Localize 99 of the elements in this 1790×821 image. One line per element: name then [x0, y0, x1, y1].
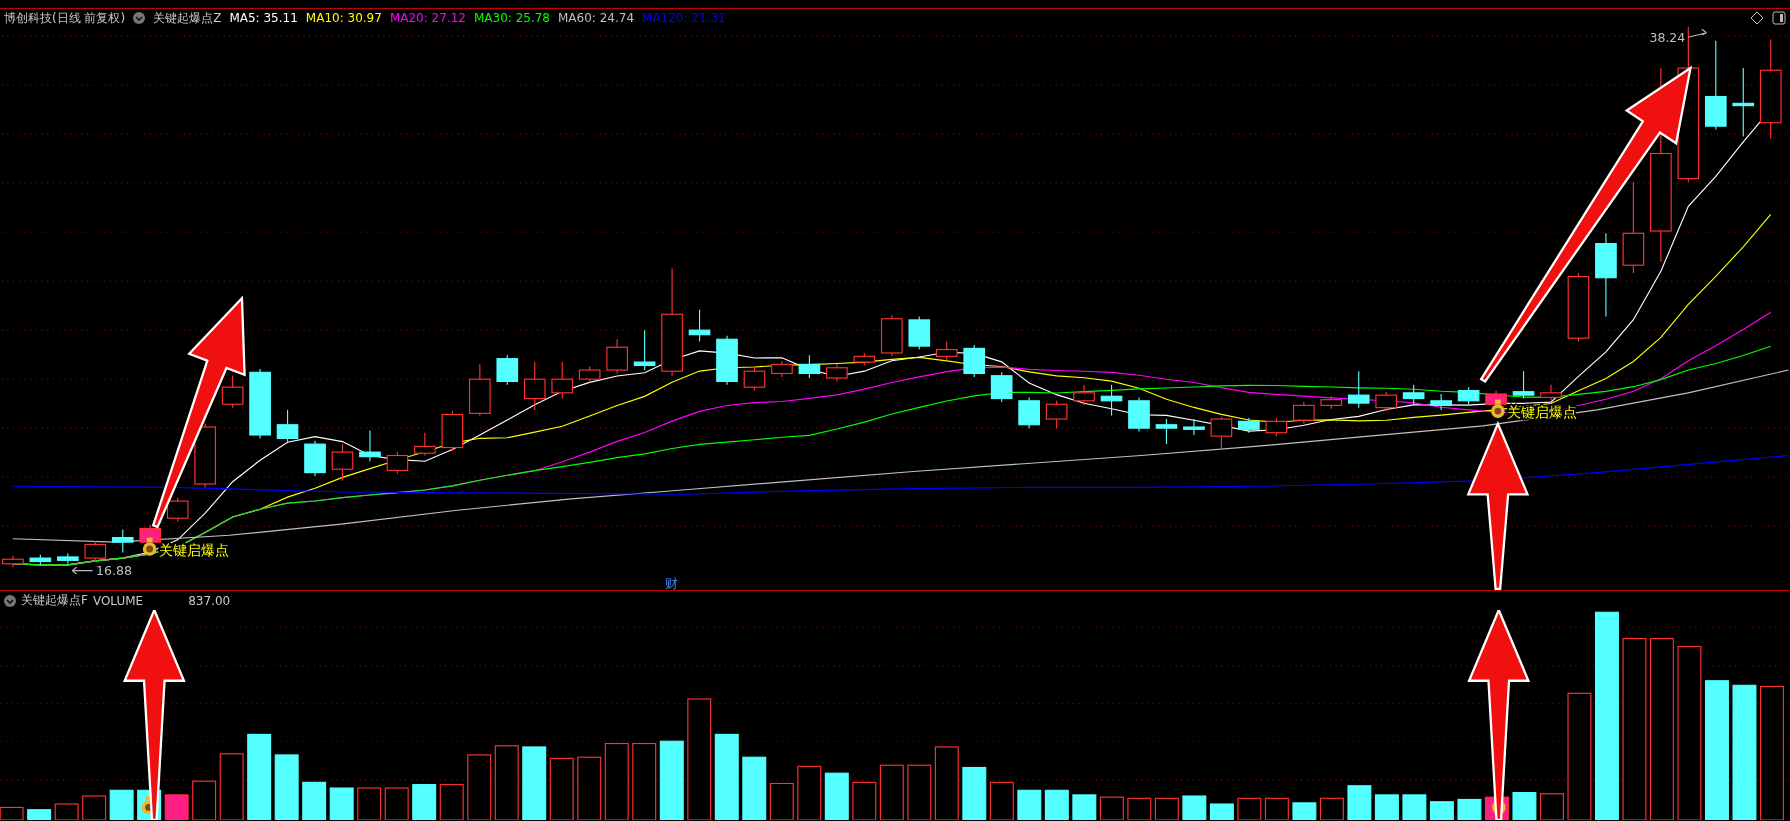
candlestick [798, 354, 821, 379]
moving-average-value: MA60: 24.74 [558, 11, 635, 25]
volume-bar [1072, 794, 1097, 820]
high-pointer-icon [1687, 28, 1707, 38]
moving-average-value: MA30: 25.78 [473, 11, 550, 25]
moving-average-value: MA20: 27.12 [389, 11, 466, 25]
volume-bar [329, 787, 354, 820]
candlestick [1100, 384, 1123, 417]
volume-bar [1429, 801, 1454, 820]
candlestick [1732, 67, 1755, 137]
candlestick [990, 371, 1013, 403]
candlestick [716, 335, 738, 386]
candlestick [331, 443, 354, 482]
candlestick [1457, 386, 1480, 405]
candlestick [469, 363, 491, 417]
candlestick [1155, 418, 1178, 445]
candlestick [1045, 400, 1068, 429]
candlestick [249, 368, 271, 439]
volume-bar [1457, 798, 1482, 820]
candlestick [1512, 370, 1535, 400]
candlestick [826, 363, 848, 382]
candlestick [578, 366, 601, 384]
volume-label: VOLUME [92, 593, 144, 608]
low-pointer-icon [71, 566, 94, 575]
candlestick [1018, 396, 1040, 429]
volume-value: 837.00 [188, 593, 231, 608]
candlestick [441, 410, 464, 452]
high-price-label: 38.24 [1649, 29, 1686, 45]
volume-bar [742, 756, 767, 820]
candlestick [496, 354, 519, 386]
stock-title: 博创科技(日线 前复权) [4, 9, 126, 27]
volume-bar [274, 754, 299, 820]
candlestick [1375, 391, 1398, 412]
volume-bar [27, 809, 52, 820]
volume-bar [1209, 803, 1234, 820]
candlestick [551, 361, 574, 400]
coin-bag-icon [1491, 399, 1505, 418]
candlestick [771, 360, 793, 378]
candlestick [1183, 418, 1205, 436]
candlestick [386, 451, 409, 475]
volume-bar [1374, 794, 1399, 820]
candlestick [111, 529, 134, 553]
indicator-name: 关键起爆点Z [153, 9, 222, 27]
volume-bar [1182, 795, 1207, 820]
candlestick [1402, 384, 1425, 406]
volume-bar [1347, 785, 1372, 820]
candlestick [304, 440, 326, 477]
candlestick [29, 554, 52, 566]
volume-bar [824, 772, 849, 820]
candlestick [853, 352, 876, 367]
candlestick [414, 432, 436, 457]
chevron-circle-icon[interactable] [4, 594, 16, 607]
candlestick [276, 409, 299, 443]
candlestick [1265, 417, 1288, 437]
chevron-circle-icon[interactable] [133, 12, 146, 24]
volume-bar [1292, 802, 1317, 820]
candlestick [359, 429, 381, 462]
candlestick [688, 309, 711, 343]
candlestick [1347, 370, 1370, 409]
moving-average-value: MA5: 35.11 [229, 11, 298, 25]
volume-bar [302, 781, 327, 820]
candlestick [1210, 416, 1233, 451]
candlestick [194, 423, 216, 488]
volume-bar [962, 766, 987, 820]
candlestick [1238, 417, 1260, 434]
candlestick [1128, 396, 1150, 433]
candlestick [1567, 272, 1590, 343]
candlestick [1073, 384, 1095, 406]
candlestick [606, 338, 628, 375]
coin-bag-icon [142, 537, 157, 556]
volume-bar [1044, 789, 1069, 820]
volume-bar [1512, 792, 1537, 820]
low-price-label: 16.88 [96, 563, 132, 579]
volume-bar [164, 794, 189, 820]
candlestick [57, 552, 79, 565]
candlestick [880, 314, 903, 357]
candlestick [1320, 395, 1343, 410]
panel-toggle-icon[interactable] [1772, 11, 1786, 25]
candlestick [633, 329, 656, 371]
diamond-icon[interactable] [1750, 11, 1764, 25]
candlestick [166, 497, 189, 523]
moving-average-value: MA10: 30.97 [305, 11, 382, 25]
candlestick [1430, 393, 1452, 411]
candlestick [1292, 401, 1315, 425]
volume-bar [412, 784, 437, 820]
volume-bar [109, 789, 134, 820]
moving-average-value: MA120: 21.31 [642, 11, 726, 25]
candlestick [1540, 384, 1562, 402]
candlestick [84, 540, 107, 563]
indicator-name: 关键起爆点F [21, 592, 88, 609]
candlestick [908, 315, 931, 351]
volume-bar [1402, 794, 1427, 820]
candlestick [523, 361, 546, 411]
candlestick [221, 375, 244, 409]
candlestick [963, 344, 986, 378]
candlestick [743, 367, 766, 392]
event-marker[interactable]: 财 [664, 575, 678, 590]
volume-bar [1017, 789, 1042, 820]
candlestick [935, 341, 958, 361]
